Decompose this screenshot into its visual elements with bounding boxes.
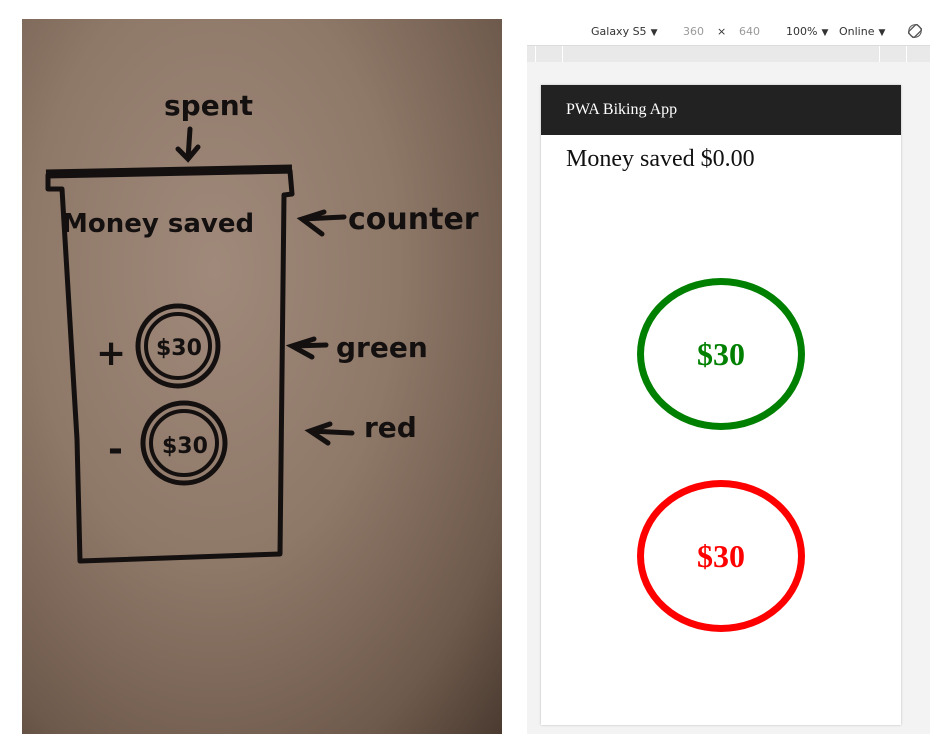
zoom-caret-icon: ▼ (821, 28, 829, 38)
media-query-divider (535, 46, 536, 62)
network-caret-icon: ▼ (878, 28, 886, 38)
save-30-button[interactable]: $30 (637, 278, 805, 430)
money-saved-counter: Money saved $0.00 (566, 146, 755, 172)
sketch-bottom-button-text: $30 (162, 434, 208, 459)
device-emulator-panel: Galaxy S5 ▼ 360 × 640 100% ▼ Online ▼ PWA B… (527, 19, 930, 734)
device-select[interactable]: Galaxy S5 ▼ (591, 25, 657, 38)
zoom-select[interactable]: 100% ▼ (786, 25, 828, 38)
media-query-divider (906, 46, 907, 62)
zoom-value: 100% (786, 25, 818, 38)
app-title: PWA Biking App (566, 101, 678, 118)
sketch-photo: spent Money saved counter green red + - … (22, 19, 502, 734)
phone-viewport: PWA Biking App Money saved $0.00 $30 $30 (541, 85, 901, 725)
device-name: Galaxy S5 (591, 25, 647, 38)
media-query-divider (879, 46, 880, 62)
spend-30-button[interactable]: $30 (637, 480, 805, 632)
rotate-icon[interactable] (908, 24, 922, 38)
network-value: Online (839, 25, 875, 38)
device-caret-icon: ▼ (650, 28, 658, 38)
sketch-red-note: red (364, 411, 417, 444)
sketch-green-note: green (336, 331, 428, 364)
sketch-counter-note: counter (348, 202, 479, 237)
sketch-spent-label: spent (164, 89, 253, 122)
times-icon: × (717, 25, 727, 38)
media-query-bar[interactable] (527, 46, 930, 62)
width-input[interactable]: 360 (683, 25, 704, 38)
sketch-drawing: spent Money saved counter green red + - … (45, 89, 479, 564)
height-input[interactable]: 640 (739, 25, 760, 38)
sketch-screen-header: Money saved (62, 209, 254, 239)
sketch-plus-sign: + (96, 333, 126, 374)
media-query-divider (562, 46, 563, 62)
device-toolbar: Galaxy S5 ▼ 360 × 640 100% ▼ Online ▼ (527, 19, 930, 46)
network-throttle-select[interactable]: Online ▼ (839, 25, 885, 38)
app-header: PWA Biking App (541, 85, 901, 135)
sketch-top-button-text: $30 (156, 336, 202, 361)
sketch-minus-sign: - (108, 429, 123, 470)
